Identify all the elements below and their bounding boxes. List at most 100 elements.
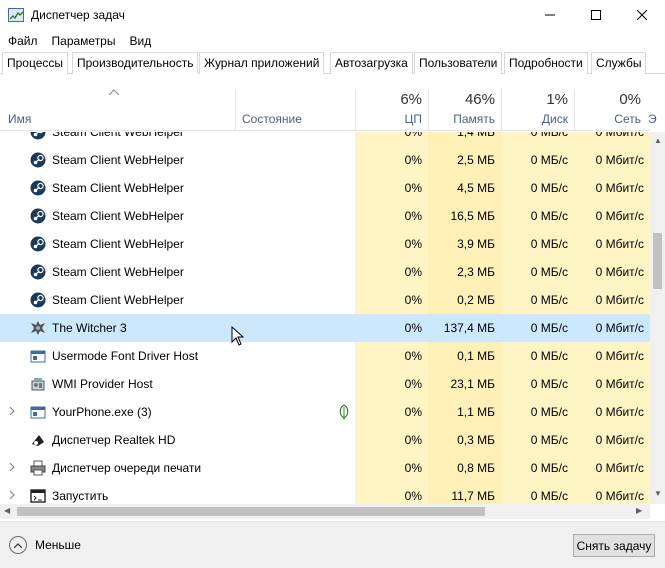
vertical-scrollbar[interactable]: ▲ ▼: [650, 132, 665, 504]
process-row[interactable]: Steam Client WebHelper 0% 2,5 МБ 0 МБ/с 0 Мб…: [0, 146, 650, 174]
network-value: 0 Мбит/с: [574, 482, 650, 506]
process-row[interactable]: YourPhone.exe (3) 0% 1,1 МБ 0 МБ/с 0 Мбит/с: [0, 398, 650, 426]
column-memory-percent[interactable]: 46%: [428, 91, 495, 108]
cpu-value: 0%: [355, 482, 428, 506]
process-row[interactable]: Steam Client WebHelper 0% 0,2 МБ 0 МБ/с 0 Мб…: [0, 286, 650, 314]
memory-value: 1,1 МБ: [428, 398, 501, 426]
menu-view[interactable]: Вид: [129, 34, 151, 48]
mouse-cursor-icon: [231, 326, 245, 346]
minimize-icon: [545, 14, 555, 16]
menu-bar: Файл Параметры Вид: [0, 30, 665, 52]
column-disk-percent[interactable]: 1%: [501, 91, 568, 108]
scroll-left-icon[interactable]: ◀: [4, 506, 10, 515]
process-name: Steam Client WebHelper: [52, 132, 184, 139]
network-value: 0 Мбит/с: [574, 398, 650, 426]
horizontal-scrollbar[interactable]: ◀ ▶: [0, 504, 650, 519]
memory-value: 0,8 МБ: [428, 454, 501, 482]
process-row[interactable]: Usermode Font Driver Host 0% 0,1 МБ 0 МБ/с 0…: [0, 342, 650, 370]
window-icon: [30, 404, 46, 420]
memory-value: 0,3 МБ: [428, 426, 501, 454]
minimize-button[interactable]: [527, 0, 573, 30]
scroll-up-icon[interactable]: ▲: [654, 136, 662, 145]
tab-startup[interactable]: Автозагрузка: [330, 52, 413, 74]
window-title: Диспетчер задач: [31, 8, 125, 22]
column-divider[interactable]: [235, 89, 236, 131]
close-button[interactable]: [619, 0, 665, 30]
expand-chevron-icon[interactable]: [9, 406, 15, 419]
process-row[interactable]: Steam Client WebHelper 0% 3,9 МБ 0 МБ/с 0 Мб…: [0, 230, 650, 258]
footer-bar: Меньше Снять задачу: [0, 521, 665, 568]
menu-options[interactable]: Параметры: [52, 34, 116, 48]
column-cpu[interactable]: ЦП: [355, 112, 422, 126]
disk-value: 0 МБ/с: [501, 146, 574, 174]
column-name[interactable]: Имя: [8, 112, 31, 126]
memory-value: 0,1 МБ: [428, 342, 501, 370]
sort-up-icon: [108, 87, 120, 98]
column-network-percent[interactable]: 0%: [574, 91, 641, 108]
column-memory[interactable]: Память: [428, 112, 495, 126]
memory-value: 137,4 МБ: [428, 314, 501, 342]
column-disk[interactable]: Диск: [501, 112, 568, 126]
disk-value: 0 МБ/с: [501, 426, 574, 454]
steam-icon: [30, 292, 46, 308]
process-name: The Witcher 3: [52, 321, 127, 335]
column-power[interactable]: Э: [648, 112, 658, 126]
disk-value: 0 МБ/с: [501, 132, 574, 146]
memory-value: 16,5 МБ: [428, 202, 501, 230]
process-name: WMI Provider Host: [52, 377, 153, 391]
fewer-details-button[interactable]: Меньше: [9, 536, 81, 554]
tab-processes[interactable]: Процессы: [2, 52, 69, 75]
disk-value: 0 МБ/с: [501, 314, 574, 342]
process-row[interactable]: WMI Provider Host 0% 23,1 МБ 0 МБ/с 0 Мбит/с: [0, 370, 650, 398]
process-list: Steam Client WebHelper 0% 1,4 МБ 0 МБ/с 0 Мб…: [0, 132, 650, 506]
network-value: 0 Мбит/с: [574, 426, 650, 454]
tab-details[interactable]: Подробности: [504, 52, 588, 74]
scroll-right-icon[interactable]: ▶: [636, 506, 642, 515]
process-row[interactable]: Запустить 0% 11,7 МБ 0 МБ/с 0 Мбит/с: [0, 482, 650, 506]
suspended-leaf-icon: [338, 404, 350, 423]
cpu-value: 0%: [355, 286, 428, 314]
run-icon: [30, 488, 46, 504]
scroll-down-icon[interactable]: ▼: [654, 489, 662, 498]
process-row[interactable]: Диспетчер Realtek HD 0% 0,3 МБ 0 МБ/с 0 Мбит…: [0, 426, 650, 454]
cpu-value: 0%: [355, 132, 428, 146]
maximize-button[interactable]: [573, 0, 619, 30]
process-name: Steam Client WebHelper: [52, 209, 184, 223]
network-value: 0 Мбит/с: [574, 370, 650, 398]
horizontal-scroll-thumb[interactable]: [17, 507, 485, 516]
speaker-icon: [30, 432, 46, 448]
disk-value: 0 МБ/с: [501, 258, 574, 286]
wmi-icon: [30, 376, 46, 392]
cpu-value: 0%: [355, 230, 428, 258]
network-value: 0 Мбит/с: [574, 174, 650, 202]
network-value: 0 Мбит/с: [574, 454, 650, 482]
column-cpu-percent[interactable]: 6%: [355, 91, 422, 108]
tab-app-history[interactable]: Журнал приложений: [199, 52, 325, 74]
memory-value: 11,7 МБ: [428, 482, 501, 506]
column-status[interactable]: Состояние: [242, 112, 302, 126]
process-row[interactable]: Steam Client WebHelper 0% 4,5 МБ 0 МБ/с 0 Мб…: [0, 174, 650, 202]
process-row[interactable]: Steam Client WebHelper 0% 16,5 МБ 0 МБ/с 0 М…: [0, 202, 650, 230]
menu-file[interactable]: Файл: [8, 34, 38, 48]
vertical-scroll-thumb[interactable]: [653, 233, 662, 289]
tab-users[interactable]: Пользователи: [414, 52, 503, 74]
process-row[interactable]: Steam Client WebHelper 0% 1,4 МБ 0 МБ/с 0 Мб…: [0, 132, 650, 146]
close-icon: [637, 10, 647, 20]
cpu-value: 0%: [355, 426, 428, 454]
cpu-value: 0%: [355, 258, 428, 286]
network-value: 0 Мбит/с: [574, 146, 650, 174]
process-name: Steam Client WebHelper: [52, 265, 184, 279]
end-task-button[interactable]: Снять задачу: [573, 534, 655, 557]
disk-value: 0 МБ/с: [501, 370, 574, 398]
steam-icon: [30, 132, 46, 140]
process-row[interactable]: The Witcher 3 0% 137,4 МБ 0 МБ/с 0 Мбит/с: [0, 314, 650, 342]
expand-chevron-icon[interactable]: [9, 462, 15, 475]
process-name: Запустить: [52, 489, 109, 503]
tab-services[interactable]: Службы: [591, 52, 647, 74]
process-row[interactable]: Steam Client WebHelper 0% 2,3 МБ 0 МБ/с 0 Мб…: [0, 258, 650, 286]
tab-performance[interactable]: Производительность: [72, 52, 199, 74]
column-network[interactable]: Сеть: [574, 112, 641, 126]
expand-chevron-icon[interactable]: [9, 490, 15, 503]
process-row[interactable]: Диспетчер очереди печати 0% 0,8 МБ 0 МБ/с 0 …: [0, 454, 650, 482]
process-name: Steam Client WebHelper: [52, 237, 184, 251]
